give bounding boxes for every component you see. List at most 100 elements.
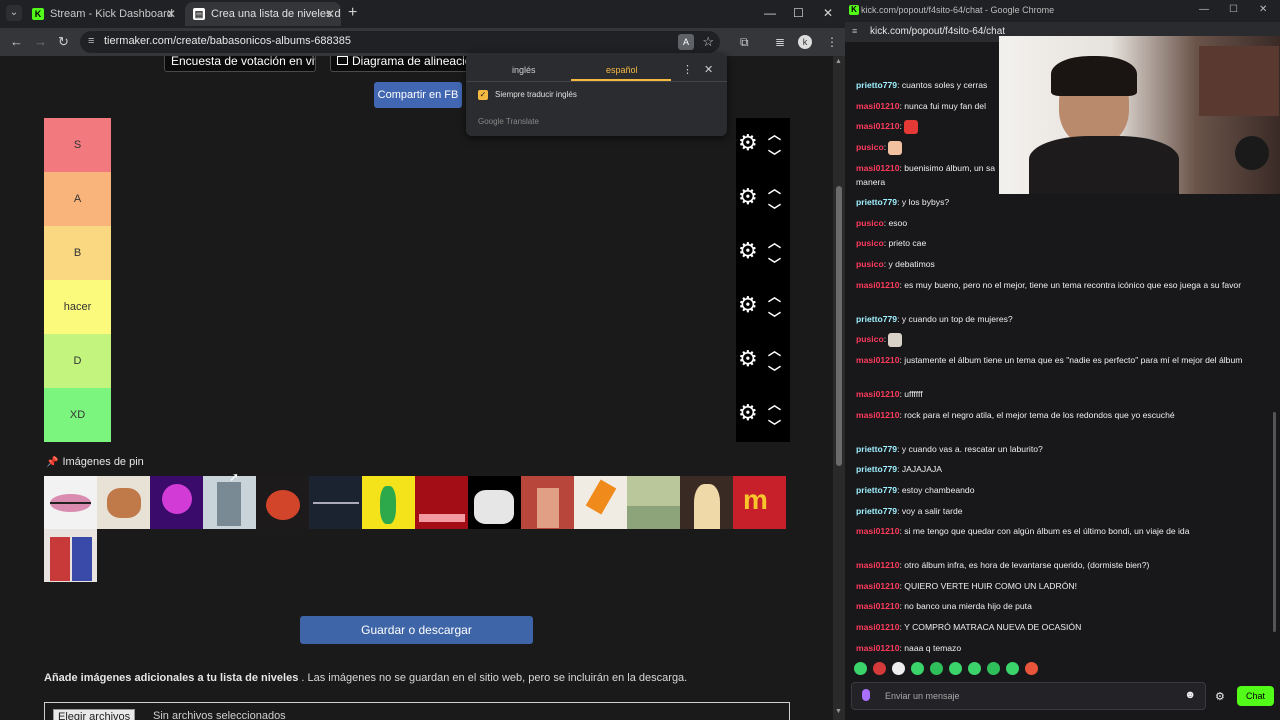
minimize-icon[interactable]: — [764,6,776,20]
album-thumbnail[interactable] [468,476,521,529]
forward-icon[interactable]: → [34,34,47,50]
maximize-icon[interactable]: ☐ [793,6,804,20]
tier-label[interactable]: S [44,118,111,172]
reload-icon[interactable]: ↻ [58,34,69,50]
chat-username[interactable]: pusico [856,334,884,344]
emote-icon[interactable] [854,662,867,675]
chat-username[interactable]: pusico [856,218,884,228]
save-download-button[interactable]: Guardar o descargar [300,616,533,644]
gear-icon[interactable]: ⚙ [1215,690,1225,703]
site-info-icon[interactable]: ≡ [852,26,857,36]
tab-tiermaker[interactable]: ▤ Crea una lista de niveles de álbu ✕ [185,2,341,26]
tier-dropzone[interactable] [111,226,736,280]
album-thumbnail[interactable] [44,529,97,582]
emote-icon[interactable] [930,662,943,675]
album-thumbnail[interactable] [574,476,627,529]
chat-username[interactable]: masi01210 [856,643,900,653]
chevron-up-icon[interactable]: ︿ [768,232,781,251]
close-icon[interactable]: ✕ [325,2,335,26]
chevron-up-icon[interactable]: ︿ [768,124,781,143]
choose-files-button[interactable]: Elegir archivos [53,709,136,720]
gear-icon[interactable]: ⚙ [738,292,758,318]
chevron-down-icon[interactable]: ﹀ [768,200,781,219]
tab-search-icon[interactable]: ⌄ [6,5,22,21]
album-thumbnail[interactable] [680,476,733,529]
menu-kebab-icon[interactable]: ⋮ [826,35,838,49]
chat-username[interactable]: masi01210 [856,526,900,536]
site-info-icon[interactable]: ≡ [88,35,94,47]
emote-icon[interactable] [1025,662,1038,675]
close-icon[interactable]: ✕ [166,2,176,26]
album-thumbnail[interactable] [521,476,574,529]
tier-label[interactable]: D [44,334,111,388]
chat-username[interactable]: prietto779 [856,197,897,207]
emote-icon[interactable] [968,662,981,675]
chevron-down-icon[interactable]: ﹀ [768,146,781,165]
tier-dropzone[interactable] [111,334,736,388]
gear-icon[interactable]: ⚙ [738,130,758,156]
chevron-down-icon[interactable]: ﹀ [768,254,781,273]
chat-username[interactable]: masi01210 [856,121,900,131]
close-window-icon[interactable]: ✕ [1259,4,1267,15]
chat-username[interactable]: masi01210 [856,560,900,570]
album-thumbnail[interactable] [309,476,362,529]
chevron-down-icon[interactable]: ﹀ [768,416,781,435]
share-fb-button[interactable]: Compartir en FB [374,82,462,108]
address-bar[interactable]: ≡ tiermaker.com/create/babasonicos-album… [80,31,720,53]
close-window-icon[interactable]: ✕ [823,6,833,20]
chat-username[interactable]: prietto779 [856,506,897,516]
chevron-up-icon[interactable]: ︿ [768,178,781,197]
album-thumbnail[interactable] [362,476,415,529]
chevron-down-icon[interactable]: ﹀ [768,308,781,327]
chat-input[interactable]: Enviar un mensaje ☻ [851,682,1206,710]
album-thumbnail[interactable] [150,476,203,529]
chat-username[interactable]: prietto779 [856,314,897,324]
tab-kick-dashboard[interactable]: K Stream - Kick Dashboard ✕ [24,2,182,26]
chat-username[interactable]: masi01210 [856,601,900,611]
live-vote-button[interactable]: Encuesta de votación en vivo [164,56,316,72]
new-tab-icon[interactable]: + [348,5,357,21]
always-translate-checkbox[interactable]: ✓ [478,90,488,100]
reading-list-icon[interactable]: ≣ [775,35,785,49]
chat-username[interactable]: prietto779 [856,444,897,454]
chevron-up-icon[interactable]: ︿ [768,340,781,359]
chat-username[interactable]: masi01210 [856,101,900,111]
more-options-icon[interactable]: ⋮ [682,63,693,76]
album-thumbnail[interactable] [97,476,150,529]
chevron-down-icon[interactable]: ﹀ [768,362,781,381]
minimize-icon[interactable]: — [1199,4,1209,15]
tier-dropzone[interactable] [111,388,736,442]
chat-username[interactable]: prietto779 [856,80,897,90]
gear-icon[interactable]: ⚙ [738,238,758,264]
lang-tab-english[interactable]: inglés [512,65,536,75]
emote-icon[interactable] [873,662,886,675]
scrollbar-thumb[interactable] [1273,412,1276,632]
send-chat-button[interactable]: Chat [1237,686,1274,706]
album-thumbnail[interactable] [415,476,468,529]
profile-avatar[interactable]: k [798,35,812,49]
chat-username[interactable]: prietto779 [856,485,897,495]
tier-label[interactable]: B [44,226,111,280]
back-icon[interactable]: ← [10,34,23,50]
emote-icon[interactable] [1006,662,1019,675]
chat-username[interactable]: pusico [856,259,884,269]
chat-username[interactable]: pusico [856,238,884,248]
album-thumbnail[interactable] [256,476,309,529]
chat-username[interactable]: masi01210 [856,355,900,365]
maximize-icon[interactable]: ☐ [1229,4,1238,15]
chat-username[interactable]: pusico [856,142,884,152]
chat-username[interactable]: masi01210 [856,581,900,591]
translate-icon[interactable]: A [678,34,694,50]
page-scrollbar[interactable]: ▲ ▼ [833,56,845,720]
chat-username[interactable]: masi01210 [856,410,900,420]
emoji-picker-icon[interactable]: ☻ [1184,689,1196,701]
chat-username[interactable]: masi01210 [856,389,900,399]
album-thumbnail[interactable] [627,476,680,529]
alignment-chart-button[interactable]: Diagrama de alineación [330,56,470,72]
emote-icon[interactable] [911,662,924,675]
chat-username[interactable]: prietto779 [856,464,897,474]
gear-icon[interactable]: ⚙ [738,346,758,372]
emote-icon[interactable] [892,662,905,675]
tier-dropzone[interactable] [111,280,736,334]
bookmark-star-icon[interactable]: ☆ [702,34,714,50]
